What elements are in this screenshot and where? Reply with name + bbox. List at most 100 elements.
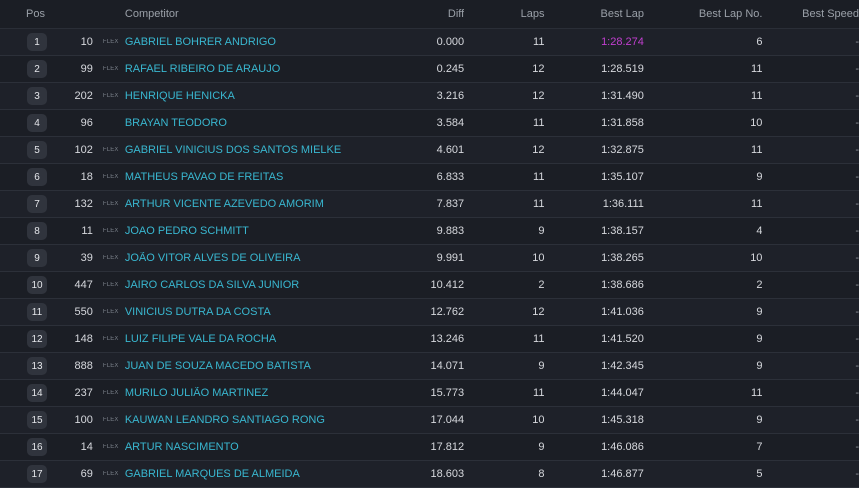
laps-value: 11 — [533, 171, 545, 183]
best-speed-value: - — [855, 144, 859, 156]
competitor-name[interactable]: JAIRO CARLOS DA SILVA JUNIOR — [125, 279, 379, 291]
header-pos[interactable]: Pos — [0, 8, 70, 20]
best-speed-value: - — [855, 387, 859, 399]
class-label: FLEX — [102, 444, 119, 450]
class-label: FLEX — [102, 417, 119, 423]
competitor-name[interactable]: LUIZ FILIPE VALE DA ROCHA — [125, 333, 379, 345]
position-badge: 2 — [0, 60, 70, 78]
table-row[interactable]: 5 102 FLEX GABRIEL VINICIUS DOS SANTOS MIEL… — [0, 137, 859, 164]
competitor-name[interactable]: GABRIEL MARQUES DE ALMEIDA — [125, 468, 379, 480]
best-speed-value: - — [855, 36, 859, 48]
header-competitor[interactable]: Competitor — [125, 8, 379, 20]
table-row[interactable]: 4 96 BRAYAN TEODORO 3.584 11 1:31.858 10 - — [0, 110, 859, 137]
laps-value: 10 — [532, 252, 545, 264]
competitor-name[interactable]: JOAO PEDRO SCHMITT — [125, 225, 379, 237]
header-best-lap-no[interactable]: Best Lap No. — [644, 8, 763, 20]
best-lap-no-value: 11 — [751, 387, 763, 399]
table-row[interactable]: 6 18 FLEX MATHEUS PAVAO DE FREITAS 6.833 11 1:… — [0, 164, 859, 191]
competitor-name[interactable]: JUAN DE SOUZA MACEDO BATISTA — [125, 360, 379, 372]
competitor-link[interactable]: GABRIEL VINICIUS DOS SANTOS MIELKE — [125, 144, 341, 156]
diff-value: 0.245 — [436, 63, 465, 75]
competitor-link[interactable]: ARTUR NASCIMENTO — [125, 441, 239, 453]
position-badge: 8 — [0, 222, 70, 240]
competitor-link[interactable]: GABRIEL BOHRER ANDRIGO — [125, 36, 276, 48]
diff-value: 9.991 — [436, 252, 465, 264]
position-badge: 15 — [0, 411, 70, 429]
class-label: FLEX — [102, 39, 119, 45]
best-lap-value: 1:46.877 — [601, 468, 644, 480]
diff-value: 18.603 — [430, 468, 465, 480]
position-badge: 14 — [0, 384, 70, 402]
best-lap-value: 1:28.274 — [601, 36, 644, 48]
competitor-link[interactable]: MURILO JULIÃO MARTINEZ — [125, 387, 268, 399]
best-lap-no-value: 9 — [756, 360, 763, 372]
best-lap-value: 1:45.318 — [601, 414, 644, 426]
competitor-link[interactable]: JOAO PEDRO SCHMITT — [125, 225, 249, 237]
table-row[interactable]: 13 888 FLEX JUAN DE SOUZA MACEDO BATISTA 14.… — [0, 353, 859, 380]
diff-value: 4.601 — [436, 144, 465, 156]
table-row[interactable]: 17 69 FLEX GABRIEL MARQUES DE ALMEIDA 18.603… — [0, 461, 859, 488]
best-lap-value: 1:31.490 — [601, 90, 644, 102]
competitor-name[interactable]: RAFAEL RIBEIRO DE ARAUJO — [125, 63, 379, 75]
header-best-lap[interactable]: Best Lap — [545, 8, 644, 20]
table-row[interactable]: 15 100 FLEX KAUWAN LEANDRO SANTIAGO RONG 17.… — [0, 407, 859, 434]
table-row[interactable]: 12 148 FLEX LUIZ FILIPE VALE DA ROCHA 13.246… — [0, 326, 859, 353]
competitor-name[interactable]: JOÃO VITOR ALVES DE OLIVEIRA — [125, 252, 379, 264]
competitor-link[interactable]: JOÃO VITOR ALVES DE OLIVEIRA — [125, 252, 301, 264]
position-badge-number: 6 — [27, 168, 47, 186]
competitor-name[interactable]: VINICIUS DUTRA DA COSTA — [125, 306, 379, 318]
competitor-name[interactable]: GABRIEL VINICIUS DOS SANTOS MIELKE — [125, 144, 379, 156]
class-label: FLEX — [102, 93, 119, 99]
position-badge-number: 10 — [27, 276, 47, 294]
competitor-name[interactable]: MATHEUS PAVAO DE FREITAS — [125, 171, 379, 183]
competitor-name[interactable]: BRAYAN TEODORO — [125, 117, 379, 129]
best-lap-no-value: 11 — [751, 90, 763, 102]
competitor-link[interactable]: MATHEUS PAVAO DE FREITAS — [125, 171, 284, 183]
position-badge-number: 3 — [27, 87, 47, 105]
table-row[interactable]: 3 202 FLEX HENRIQUE HENICKA 3.216 12 1:31.490 1… — [0, 83, 859, 110]
position-badge-number: 5 — [27, 141, 47, 159]
diff-value: 3.216 — [436, 90, 465, 102]
table-row[interactable]: 16 14 FLEX ARTUR NASCIMENTO 17.812 9 1:46.086 7… — [0, 434, 859, 461]
competitor-link[interactable]: LUIZ FILIPE VALE DA ROCHA — [125, 333, 276, 345]
competitor-link[interactable]: VINICIUS DUTRA DA COSTA — [125, 306, 271, 318]
competitor-name[interactable]: ARTHUR VICENTE AZEVEDO AMORIM — [125, 198, 379, 210]
best-lap-value: 1:32.875 — [601, 144, 644, 156]
table-row[interactable]: 2 99 FLEX RAFAEL RIBEIRO DE ARAUJO 0.245 12 1:… — [0, 56, 859, 83]
competitor-link[interactable]: KAUWAN LEANDRO SANTIAGO RONG — [125, 414, 325, 426]
class-label: FLEX — [102, 390, 119, 396]
competitor-name[interactable]: ARTUR NASCIMENTO — [125, 441, 379, 453]
table-row[interactable]: 8 11 FLEX JOAO PEDRO SCHMITT 9.883 9 1:38.157 4… — [0, 218, 859, 245]
competitor-name[interactable]: GABRIEL BOHRER ANDRIGO — [125, 36, 379, 48]
table-row[interactable]: 7 132 FLEX ARTHUR VICENTE AZEVEDO AMORIM 7.8… — [0, 191, 859, 218]
header-best-speed[interactable]: Best Speed — [762, 8, 859, 20]
competitor-link[interactable]: RAFAEL RIBEIRO DE ARAUJO — [125, 63, 280, 75]
competitor-link[interactable]: JAIRO CARLOS DA SILVA JUNIOR — [125, 279, 299, 291]
best-lap-no-value: 9 — [756, 171, 763, 183]
table-row[interactable]: 11 550 FLEX VINICIUS DUTRA DA COSTA 12.762 12… — [0, 299, 859, 326]
best-speed-value: - — [855, 468, 859, 480]
table-row[interactable]: 14 237 FLEX MURILO JULIÃO MARTINEZ 15.773 11 1… — [0, 380, 859, 407]
competitor-link[interactable]: BRAYAN TEODORO — [125, 117, 227, 129]
header-laps[interactable]: Laps — [464, 8, 545, 20]
table-row[interactable]: 9 39 FLEX JOÃO VITOR ALVES DE OLIVEIRA 9.991… — [0, 245, 859, 272]
best-speed-value: - — [855, 306, 859, 318]
competitor-link[interactable]: GABRIEL MARQUES DE ALMEIDA — [125, 468, 300, 480]
best-lap-value: 1:42.345 — [601, 360, 644, 372]
competitor-name[interactable]: KAUWAN LEANDRO SANTIAGO RONG — [125, 414, 379, 426]
diff-value: 7.837 — [436, 198, 465, 210]
diff-value: 6.833 — [436, 171, 465, 183]
competitor-name[interactable]: HENRIQUE HENICKA — [125, 90, 379, 102]
competitor-link[interactable]: ARTHUR VICENTE AZEVEDO AMORIM — [125, 198, 324, 210]
competitor-link[interactable]: JUAN DE SOUZA MACEDO BATISTA — [125, 360, 311, 372]
competitor-name[interactable]: MURILO JULIÃO MARTINEZ — [125, 387, 379, 399]
laps-value: 9 — [538, 360, 545, 372]
table-row[interactable]: 10 447 FLEX JAIRO CARLOS DA SILVA JUNIOR 10.… — [0, 272, 859, 299]
best-lap-value: 1:38.686 — [601, 279, 644, 291]
competitor-link[interactable]: HENRIQUE HENICKA — [125, 90, 235, 102]
kart-number: 10 — [80, 36, 93, 48]
kart-number: 550 — [74, 306, 93, 318]
kart-number: 14 — [80, 441, 93, 453]
table-row[interactable]: 1 10 FLEX GABRIEL BOHRER ANDRIGO 0.000 11 1:28… — [0, 29, 859, 56]
header-diff[interactable]: Diff — [379, 8, 464, 20]
